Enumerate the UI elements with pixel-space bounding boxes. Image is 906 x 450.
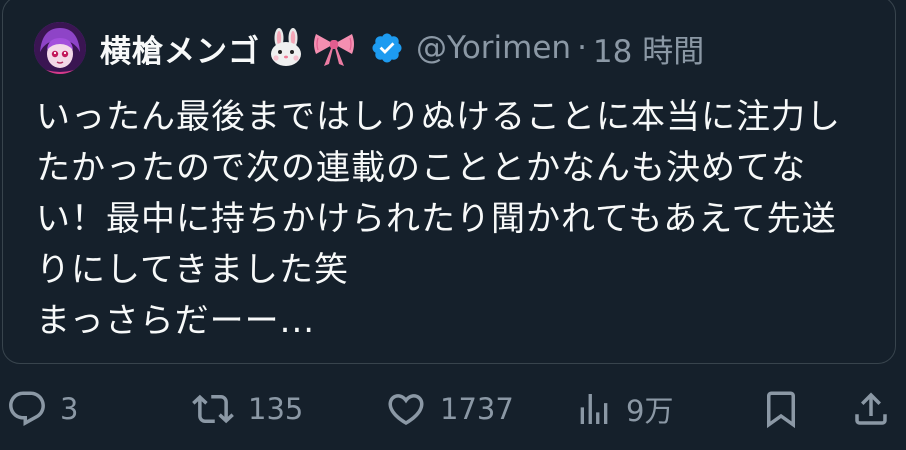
separator-dot: ·	[577, 30, 587, 66]
tweet-header: 横槍メンゴ @Yorimen · 18 時間	[34, 18, 704, 78]
retweet-icon	[190, 388, 236, 430]
timestamp[interactable]: 18 時間	[593, 26, 704, 71]
tweet-text-line: いったん最後まではしりぬけることに本当に注力し	[36, 97, 841, 137]
bookmark-button[interactable]	[760, 378, 802, 440]
user-handle[interactable]: @Yorimen	[416, 30, 571, 66]
verified-badge-icon[interactable]	[370, 31, 404, 65]
heart-icon	[384, 388, 428, 430]
share-button[interactable]	[850, 378, 892, 440]
like-button[interactable]: 1737	[384, 378, 514, 440]
retweet-count: 135	[248, 392, 304, 426]
avatar[interactable]	[34, 22, 86, 74]
reply-button[interactable]: 3	[6, 378, 78, 440]
tweet-text-line: い！最中に持ちかけられたり聞かれてもあえて先送	[36, 199, 837, 239]
bookmark-icon	[760, 388, 802, 430]
rabbit-face-icon	[266, 28, 306, 68]
reply-count: 3	[60, 392, 79, 426]
tweet-text-line: まっさらだーー...	[36, 301, 316, 341]
retweet-button[interactable]: 135	[190, 378, 303, 440]
share-icon	[850, 388, 892, 430]
ribbon-icon	[312, 28, 356, 68]
tweet-text: いったん最後まではしりぬけることに本当に注力し たかったので次の連載のこととかな…	[36, 92, 876, 347]
tweet-text-line: たかったので次の連載のこととかなんも決めてな	[36, 148, 806, 188]
action-bar: 3 135 1737 9万	[0, 378, 906, 440]
reply-icon	[6, 388, 48, 430]
tweet-text-line: りにしてきました笑	[36, 250, 349, 290]
like-count: 1737	[440, 392, 514, 426]
display-name[interactable]: 横槍メンゴ	[100, 26, 260, 71]
views-count: 9万	[626, 394, 674, 428]
views-button[interactable]: 9万	[574, 378, 673, 440]
views-chart-icon	[574, 388, 614, 430]
